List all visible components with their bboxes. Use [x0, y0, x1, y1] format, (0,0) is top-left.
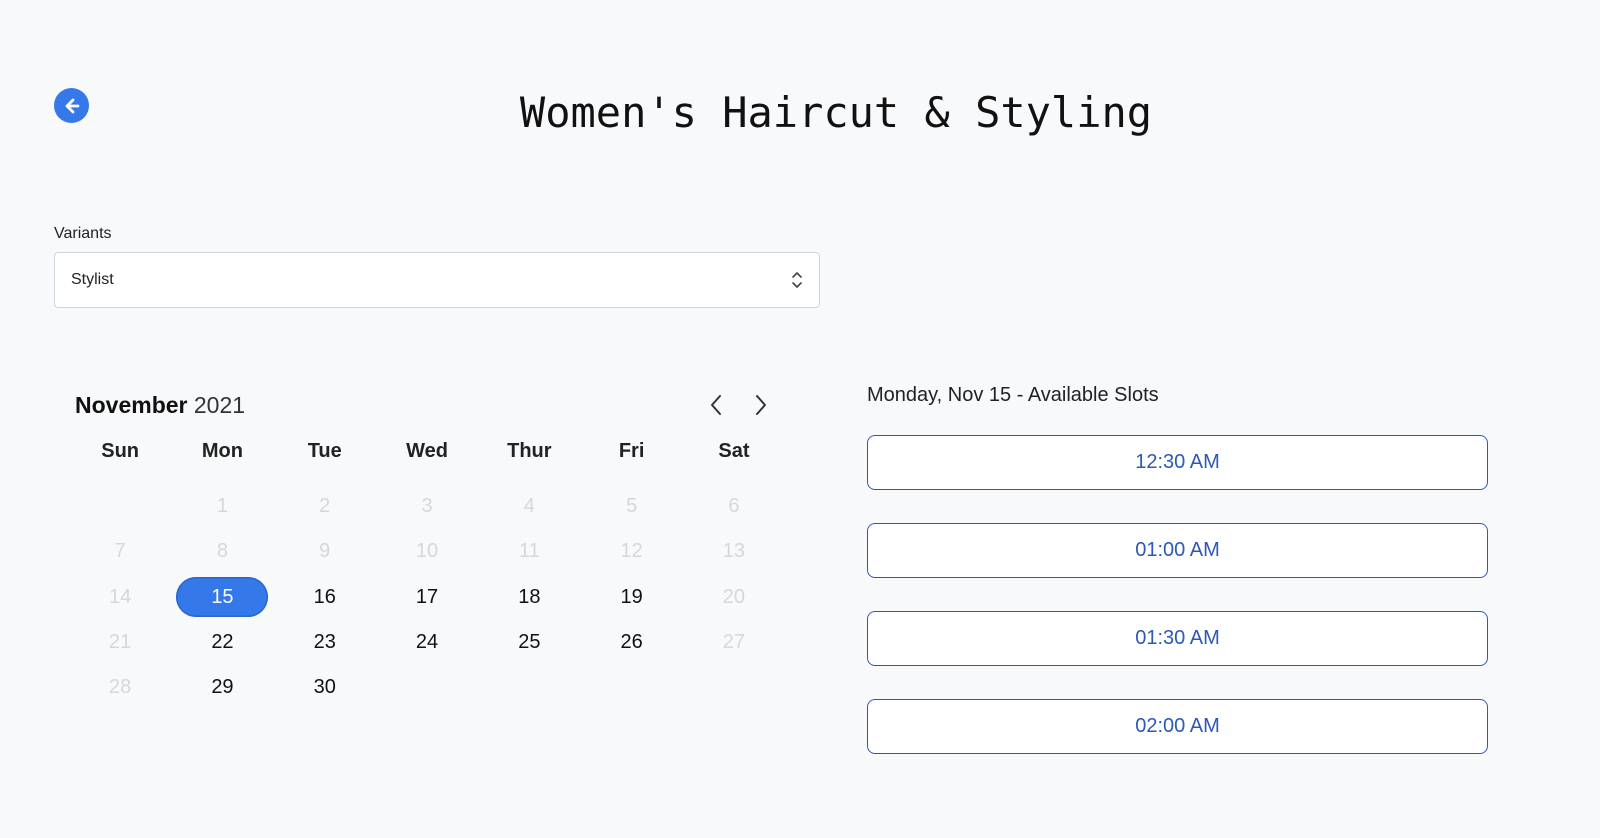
- calendar-day: 13: [683, 529, 785, 574]
- calendar-month-year: November 2021: [75, 392, 245, 419]
- variants-select[interactable]: Stylist: [54, 252, 820, 308]
- weekday-header: Wed: [406, 440, 448, 462]
- calendar-day-number: 16: [313, 585, 336, 608]
- calendar-day-number: 19: [620, 585, 643, 608]
- time-slot-button[interactable]: 12:30 AM: [867, 435, 1488, 490]
- time-slot-button[interactable]: 01:00 AM: [867, 523, 1488, 578]
- calendar-day[interactable]: 22: [171, 620, 273, 665]
- calendar-day[interactable]: 30: [274, 665, 376, 710]
- calendar-day-number: 8: [216, 540, 228, 563]
- weekday-header: Mon: [201, 440, 243, 462]
- weekday-header: Thur: [507, 440, 552, 462]
- calendar-day: 7: [69, 529, 171, 574]
- calendar-month: November: [75, 392, 188, 418]
- calendar-day[interactable]: 25: [478, 620, 580, 665]
- calendar-day[interactable]: 23: [274, 620, 376, 665]
- calendar-day: 27: [683, 620, 785, 665]
- prev-month-button[interactable]: [701, 390, 731, 420]
- page-title: Women's Haircut & Styling: [519, 88, 1153, 137]
- calendar-empty-cell: [69, 484, 171, 529]
- time-slot-button[interactable]: 02:00 AM: [867, 699, 1488, 754]
- chevron-right-icon: [756, 395, 766, 415]
- calendar-day-number: 20: [722, 585, 746, 608]
- calendar-day[interactable]: 19: [580, 575, 682, 620]
- calendar-day-number: 27: [722, 631, 746, 654]
- time-slot-button[interactable]: 01:30 AM: [867, 611, 1488, 666]
- slots-list: 12:30 AM 01:00 AM 01:30 AM 02:00 AM: [867, 435, 1488, 787]
- calendar-day: 8: [171, 529, 273, 574]
- calendar-day: 20: [683, 575, 785, 620]
- weekday-header: Sun: [101, 440, 140, 462]
- calendar-day-number: 6: [728, 495, 740, 518]
- calendar-day[interactable]: 18: [478, 575, 580, 620]
- weekday-header: Tue: [307, 440, 342, 462]
- calendar-day-number: 12: [620, 540, 643, 563]
- variants-label: Variants: [54, 225, 112, 242]
- calendar-day: 3: [376, 484, 478, 529]
- calendar-day: 11: [478, 529, 580, 574]
- calendar-day: 5: [580, 484, 682, 529]
- chevron-left-icon: [711, 395, 721, 415]
- calendar-day-number: 15: [176, 577, 269, 618]
- calendar-day: 21: [69, 620, 171, 665]
- calendar-day[interactable]: 16: [274, 575, 376, 620]
- chevron-updown-icon: [792, 272, 802, 288]
- calendar-day-number: 28: [109, 676, 132, 699]
- calendar-day-number: 9: [319, 540, 331, 563]
- calendar-day: 4: [478, 484, 580, 529]
- calendar-day: 1: [171, 484, 273, 529]
- slots-heading: Monday, Nov 15 - Available Slots: [867, 384, 1159, 406]
- calendar-day-number: 3: [421, 495, 433, 518]
- calendar-day[interactable]: 17: [376, 575, 478, 620]
- calendar-day: 12: [580, 529, 682, 574]
- calendar-day: 9: [274, 529, 376, 574]
- calendar-day[interactable]: 26: [580, 620, 682, 665]
- calendar-day-number: 13: [722, 540, 746, 563]
- weekday-header: Sat: [718, 440, 750, 462]
- calendar-day-number: 17: [415, 585, 439, 608]
- calendar-day-number: 29: [211, 676, 234, 699]
- calendar-day-number: 26: [620, 631, 643, 654]
- calendar-day-number: 2: [319, 495, 331, 518]
- calendar-year: 2021: [193, 392, 246, 418]
- calendar-day: 28: [69, 665, 171, 710]
- calendar-day-number: 21: [109, 631, 132, 654]
- weekday-header: Fri: [618, 440, 645, 462]
- calendar-day[interactable]: 29: [171, 665, 273, 710]
- calendar-day-number: 1: [216, 495, 228, 518]
- calendar-day-number: 30: [313, 676, 336, 699]
- calendar-day-number: 24: [415, 631, 439, 654]
- calendar-day-number: 7: [114, 540, 126, 563]
- calendar-days-grid: 1 2 3 4 5 6 7 8 9 10 11 12 13 14 15 16 17 18 19 20 21 22 23 24 2…: [69, 484, 785, 710]
- calendar-day[interactable]: 24: [376, 620, 478, 665]
- booking-page: Women's Haircut & Styling Variants Styli…: [0, 0, 1600, 838]
- calendar-weekdays: Sun Mon Tue Wed Thur Fri Sat: [69, 440, 785, 463]
- calendar-day-number: 22: [211, 631, 234, 654]
- next-month-button[interactable]: [746, 390, 776, 420]
- calendar-day-number: 11: [518, 540, 540, 563]
- calendar-day: 14: [69, 575, 171, 620]
- calendar-day-number: 5: [626, 495, 638, 518]
- calendar-day-number: 10: [415, 540, 439, 563]
- calendar-day-number: 23: [313, 631, 336, 654]
- calendar-day-number: 14: [109, 585, 132, 608]
- calendar-day-number: 4: [523, 495, 535, 518]
- calendar-day-selected[interactable]: 15: [171, 575, 273, 620]
- calendar-day-number: 25: [518, 631, 541, 654]
- calendar-day: 6: [683, 484, 785, 529]
- calendar-day-number: 18: [518, 585, 541, 608]
- calendar-day: 2: [274, 484, 376, 529]
- calendar-day: 10: [376, 529, 478, 574]
- variants-selected-value: Stylist: [71, 271, 114, 288]
